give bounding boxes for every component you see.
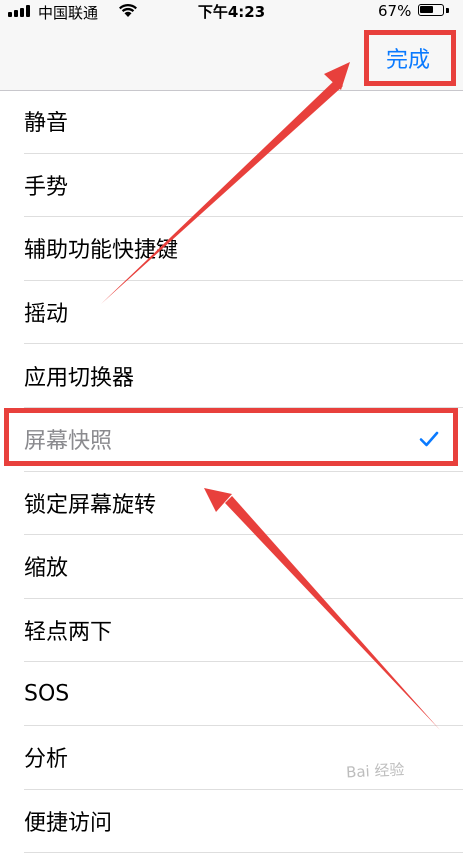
list-item-label: 手势: [24, 174, 69, 200]
list-item-label: 锁定屏幕旋转: [24, 492, 157, 518]
list-item-label: 摇动: [24, 302, 69, 328]
list-item[interactable]: 锁定屏幕旋转: [24, 472, 463, 536]
list-item-label: 应用切换器: [24, 365, 135, 391]
watermark: Bai 经验: [345, 760, 405, 782]
list-item[interactable]: 应用切换器: [24, 344, 463, 408]
list-item[interactable]: SOS: [24, 662, 463, 726]
selected-highlight-box: [4, 408, 458, 466]
list-item-label: 静音: [24, 111, 69, 137]
list-item-label: 轻点两下: [24, 620, 113, 646]
list-item-label: SOS: [24, 681, 70, 707]
list-item[interactable]: 静音: [24, 90, 463, 154]
list-item[interactable]: 轻点两下: [24, 599, 463, 663]
status-bar: 中国联通 下午4:23 67%: [0, 0, 463, 22]
battery-nub: [446, 8, 449, 13]
list-item[interactable]: 手势: [24, 154, 463, 218]
list-item[interactable]: 摇动: [24, 281, 463, 345]
list-item[interactable]: 分析: [24, 726, 463, 790]
list-item-label: 分析: [24, 747, 69, 773]
option-list: 静音 手势 辅助功能快捷键 摇动 应用切换器 屏幕快照 锁定屏幕旋转 缩放 轻点两下 SOS 分析便…: [0, 90, 463, 853]
list-item-label: 便捷访问: [24, 810, 113, 836]
list-item[interactable]: 辅助功能快捷键: [24, 217, 463, 281]
done-highlight-box: [364, 30, 456, 86]
battery-icon: [418, 4, 444, 16]
list-item[interactable]: 便捷访问: [24, 790, 463, 853]
list-item-label: 缩放: [24, 556, 69, 582]
list-item[interactable]: 缩放: [24, 535, 463, 599]
battery-percent: 67%: [378, 2, 412, 20]
battery-level: [420, 6, 434, 13]
list-item-label: 辅助功能快捷键: [24, 238, 179, 264]
